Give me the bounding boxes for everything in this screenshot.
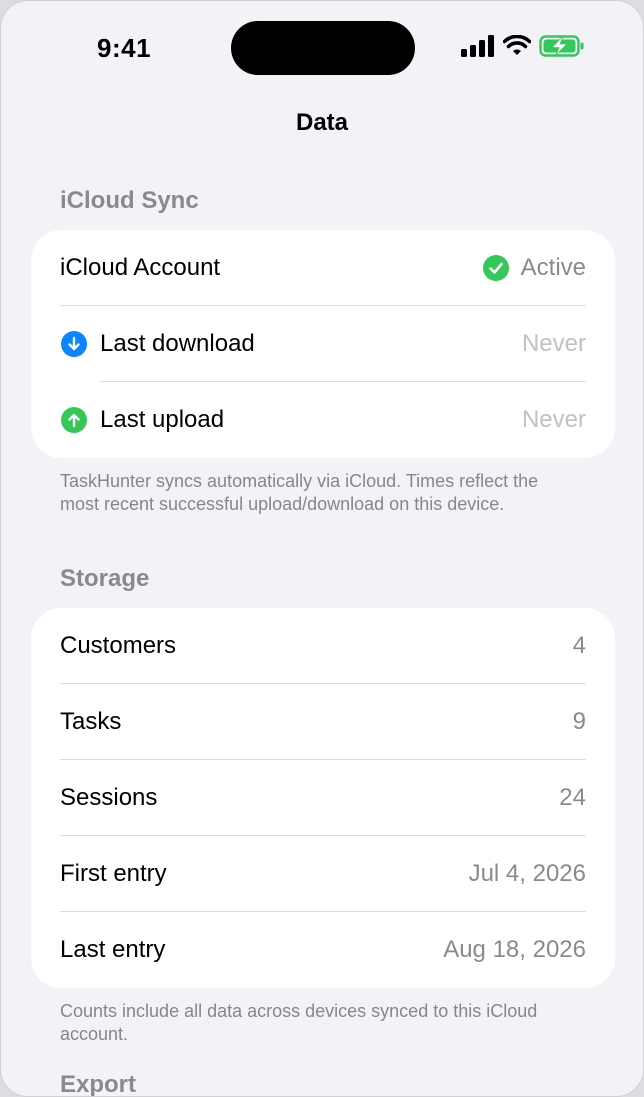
icloud-account-row[interactable]: iCloud Account Active <box>31 230 615 306</box>
status-time: 9:41 <box>97 33 152 63</box>
storage-row-first-entry[interactable]: First entry Jul 4, 2026 <box>31 836 615 912</box>
last-upload-label: Last upload <box>100 406 225 433</box>
account-status-text: Active <box>520 254 586 281</box>
checkmark-circle-icon <box>482 255 509 281</box>
cellular-signal-icon <box>461 35 494 57</box>
storage-row-value: 4 <box>572 632 586 659</box>
storage-row-label: Sessions <box>60 784 158 811</box>
storage-row-label: First entry <box>60 860 167 887</box>
icloud-account-status: Active <box>482 254 586 282</box>
upload-arrow-icon <box>61 407 87 433</box>
dynamic-island <box>231 21 415 75</box>
icloud-sync-card: iCloud Account Active Last download Neve… <box>31 230 615 458</box>
last-upload-row[interactable]: Last upload Never <box>31 382 615 458</box>
storage-row-customers[interactable]: Customers 4 <box>31 608 615 684</box>
storage-row-value: 9 <box>572 708 586 735</box>
storage-row-value: 24 <box>559 784 586 811</box>
storage-row-last-entry[interactable]: Last entry Aug 18, 2026 <box>31 912 615 988</box>
last-download-value: Never <box>521 330 586 357</box>
status-icons <box>461 35 585 57</box>
download-arrow-icon <box>61 331 87 357</box>
storage-row-label: Last entry <box>60 936 166 963</box>
storage-row-tasks[interactable]: Tasks 9 <box>31 684 615 760</box>
last-download-label: Last download <box>100 330 255 357</box>
storage-row-value: Jul 4, 2026 <box>468 860 586 887</box>
battery-charging-icon <box>539 35 584 57</box>
storage-card: Customers 4 Tasks 9 Sessions 24 First en… <box>31 608 615 988</box>
section-header-icloud-sync: iCloud Sync <box>60 187 199 214</box>
storage-row-label: Tasks <box>60 708 122 735</box>
storage-row-sessions[interactable]: Sessions 24 <box>31 760 615 836</box>
section-header-export: Export <box>60 1071 137 1097</box>
wifi-icon <box>503 35 531 55</box>
storage-row-value: Aug 18, 2026 <box>443 936 586 963</box>
icloud-footnote: TaskHunter syncs automatically via iClou… <box>60 471 539 514</box>
section-header-storage: Storage <box>60 565 150 592</box>
icloud-account-label: iCloud Account <box>60 254 221 281</box>
page-title: Data <box>295 109 349 136</box>
last-download-row[interactable]: Last download Never <box>31 306 615 382</box>
screen: 9:41 Data iCloud Sync iCloud Account Act… <box>0 0 644 1097</box>
last-upload-value: Never <box>521 406 586 433</box>
storage-footnote: Counts include all data across devices s… <box>60 1001 538 1044</box>
storage-row-label: Customers <box>60 632 177 659</box>
